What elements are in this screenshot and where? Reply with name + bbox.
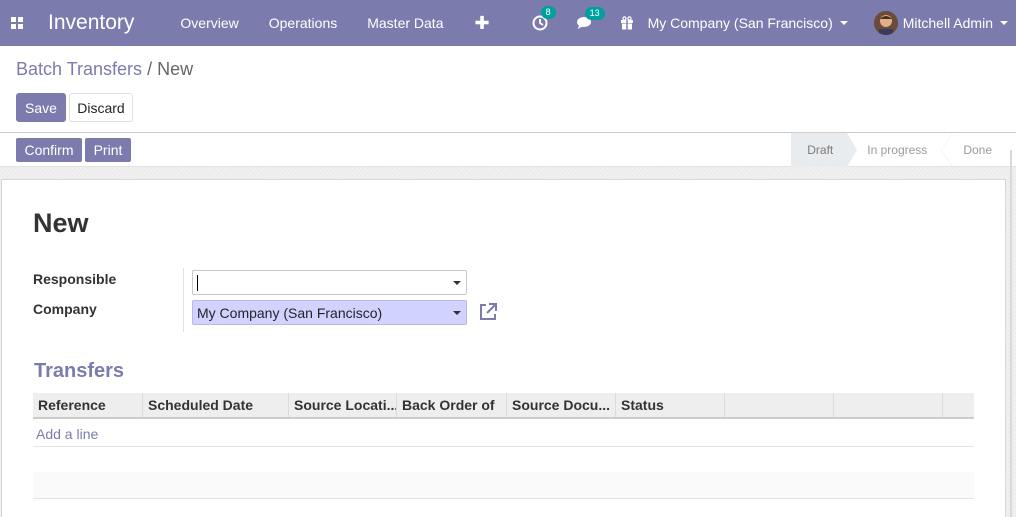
column-source-document[interactable]: Source Docu... bbox=[507, 393, 616, 417]
column-source-location[interactable]: Source Locati... bbox=[289, 393, 397, 417]
column-scheduled-date[interactable]: Scheduled Date bbox=[143, 393, 289, 417]
scrollbar[interactable] bbox=[1006, 150, 1016, 517]
stage-draft[interactable]: Draft bbox=[791, 133, 858, 167]
stage-pipeline: Draft In progress Done bbox=[791, 133, 1016, 167]
menu-operations[interactable]: Operations bbox=[269, 15, 337, 31]
statusbar: Confirm Print Draft In progress Done bbox=[0, 132, 1016, 167]
save-button[interactable]: Save bbox=[16, 93, 66, 122]
confirm-button[interactable]: Confirm bbox=[16, 138, 82, 162]
app-name[interactable]: Inventory bbox=[48, 11, 134, 35]
table-row bbox=[33, 472, 974, 498]
add-a-line-link[interactable]: Add a line bbox=[36, 426, 98, 442]
gift-icon bbox=[620, 16, 633, 30]
text-cursor bbox=[197, 274, 198, 291]
breadcrumb: Batch Transfers / New bbox=[16, 59, 193, 80]
avatar bbox=[873, 11, 898, 35]
stage-done[interactable]: Done bbox=[941, 133, 1016, 167]
record-title: New bbox=[33, 208, 89, 238]
field-divider bbox=[183, 268, 184, 332]
external-link-icon[interactable] bbox=[477, 301, 499, 323]
activity-count-badge: 8 bbox=[540, 6, 556, 19]
form-sheet bbox=[1, 179, 1006, 517]
breadcrumb-parent[interactable]: Batch Transfers bbox=[16, 59, 142, 79]
transfers-table-header: Reference Scheduled Date Source Locati..… bbox=[33, 393, 974, 419]
activity-button[interactable]: 8 bbox=[532, 6, 556, 31]
print-button[interactable]: Print bbox=[85, 138, 131, 162]
plus-icon[interactable]: ✚ bbox=[474, 13, 489, 34]
table-row-divider bbox=[33, 498, 974, 499]
chevron-down-icon[interactable] bbox=[453, 311, 461, 315]
user-name: Mitchell Admin bbox=[902, 15, 993, 31]
company-switcher[interactable]: My Company (San Francisco) bbox=[648, 15, 848, 31]
column-blank-2 bbox=[834, 393, 943, 417]
column-reference[interactable]: Reference bbox=[33, 393, 143, 417]
company-switcher-label: My Company (San Francisco) bbox=[647, 15, 833, 31]
company-label: Company bbox=[33, 301, 97, 317]
top-navbar: Inventory Overview Operations Master Dat… bbox=[0, 0, 1016, 46]
column-status[interactable]: Status bbox=[616, 393, 725, 417]
apps-menu-icon[interactable] bbox=[0, 0, 34, 46]
column-blank-1 bbox=[725, 393, 834, 417]
responsible-label: Responsible bbox=[33, 271, 117, 287]
breadcrumb-separator: / bbox=[147, 59, 153, 79]
breadcrumb-current: New bbox=[157, 59, 194, 79]
column-blank-3 bbox=[943, 393, 974, 417]
company-field[interactable]: My Company (San Francisco) bbox=[192, 300, 467, 325]
gift-button[interactable] bbox=[620, 16, 634, 30]
user-menu[interactable]: Mitchell Admin bbox=[873, 11, 1008, 35]
company-value: My Company (San Francisco) bbox=[197, 304, 383, 321]
chevron-down-icon bbox=[839, 21, 848, 25]
transfers-section-title: Transfers bbox=[34, 360, 125, 382]
chevron-down-icon bbox=[1000, 21, 1008, 25]
chevron-down-icon[interactable] bbox=[453, 281, 461, 285]
responsible-field[interactable] bbox=[192, 270, 467, 295]
menu-master-data[interactable]: Master Data bbox=[367, 15, 443, 31]
column-back-order-of[interactable]: Back Order of bbox=[397, 393, 507, 417]
discard-button[interactable]: Discard bbox=[69, 93, 133, 122]
stage-in-progress[interactable]: In progress bbox=[847, 133, 941, 167]
menu-overview[interactable]: Overview bbox=[180, 15, 238, 31]
messages-button[interactable]: 13 bbox=[576, 7, 605, 30]
messages-count-badge: 13 bbox=[584, 7, 605, 20]
table-row-divider bbox=[33, 446, 974, 447]
